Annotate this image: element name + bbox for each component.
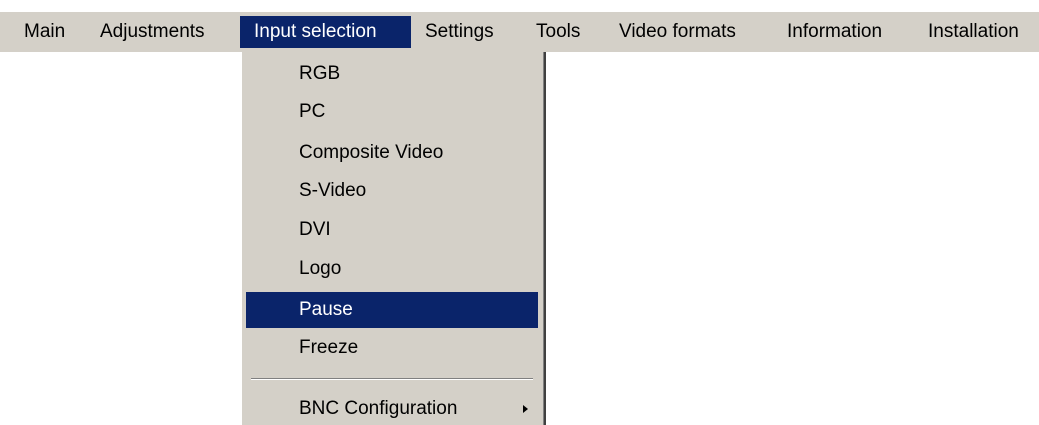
menu-item-logo[interactable]: Logo <box>246 253 538 285</box>
menu-item-pause[interactable]: Pause <box>246 292 538 328</box>
chevron-right-icon <box>523 405 528 413</box>
dropdown-panel: RGB PC Composite Video S-Video DVI Logo … <box>243 52 544 425</box>
menu-input-selection[interactable]: Input selection <box>240 16 411 48</box>
menu-installation[interactable]: Installation <box>922 16 1025 48</box>
menu-settings[interactable]: Settings <box>419 16 500 48</box>
menu-tools[interactable]: Tools <box>530 16 586 48</box>
menu-item-s-video[interactable]: S-Video <box>246 175 538 207</box>
menu-item-composite-video[interactable]: Composite Video <box>246 137 538 169</box>
menu-main[interactable]: Main <box>18 16 71 48</box>
menu-video-formats[interactable]: Video formats <box>613 16 742 48</box>
input-selection-dropdown: RGB PC Composite Video S-Video DVI Logo … <box>241 52 546 425</box>
menu-bar: Main Adjustments Input selection Setting… <box>0 12 1039 52</box>
menu-item-rgb[interactable]: RGB <box>246 58 538 90</box>
menu-item-bnc-configuration-label: BNC Configuration <box>299 398 458 419</box>
menu-item-dvi[interactable]: DVI <box>246 214 538 246</box>
menu-adjustments[interactable]: Adjustments <box>94 16 211 48</box>
menu-item-freeze[interactable]: Freeze <box>246 332 538 364</box>
menu-separator <box>251 378 533 380</box>
menu-item-bnc-configuration[interactable]: BNC Configuration <box>246 393 538 425</box>
menu-information[interactable]: Information <box>781 16 888 48</box>
menu-item-pc[interactable]: PC <box>246 96 538 128</box>
